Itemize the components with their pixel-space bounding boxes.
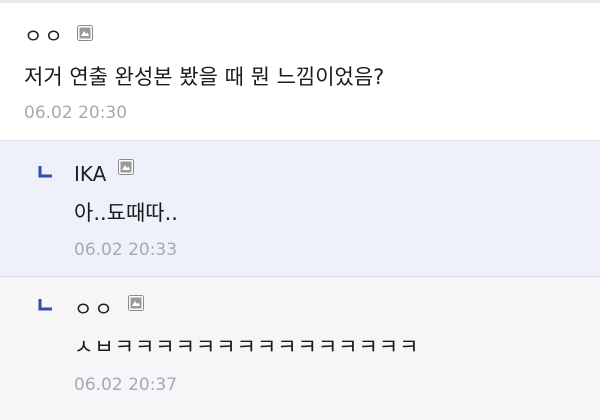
comment-timestamp: 06.02 20:37	[74, 375, 178, 395]
comment-author[interactable]: ㅇㅇ	[24, 24, 65, 48]
comment-text: 아..됴때따..	[74, 201, 178, 225]
reply-arrow-icon	[38, 166, 52, 178]
picture-icon	[118, 159, 134, 175]
comment-author[interactable]: IKA	[74, 162, 106, 186]
picture-icon	[77, 25, 93, 41]
picture-icon	[128, 295, 144, 311]
comment-text: 저거 연출 완성본 봤을 때 뭔 느낌이었음?	[24, 65, 385, 89]
reply-arrow-icon	[38, 299, 52, 311]
comment-author[interactable]: ㅇㅇ	[74, 297, 115, 321]
reply-item: IKA 아..됴때따.. 06.02 20:33	[0, 141, 600, 277]
comment-text: ㅅㅂㅋㅋㅋㅋㅋㅋㅋㅋㅋㅋㅋㅋㅋㅋㅋ	[74, 335, 420, 359]
reply-item: ㅇㅇ ㅅㅂㅋㅋㅋㅋㅋㅋㅋㅋㅋㅋㅋㅋㅋㅋㅋ 06.02 20:37	[0, 277, 600, 420]
comment-item: ㅇㅇ 저거 연출 완성본 봤을 때 뭔 느낌이었음? 06.02 20:30	[0, 3, 600, 141]
comment-timestamp: 06.02 20:33	[74, 240, 178, 260]
comment-timestamp: 06.02 20:30	[24, 103, 128, 123]
